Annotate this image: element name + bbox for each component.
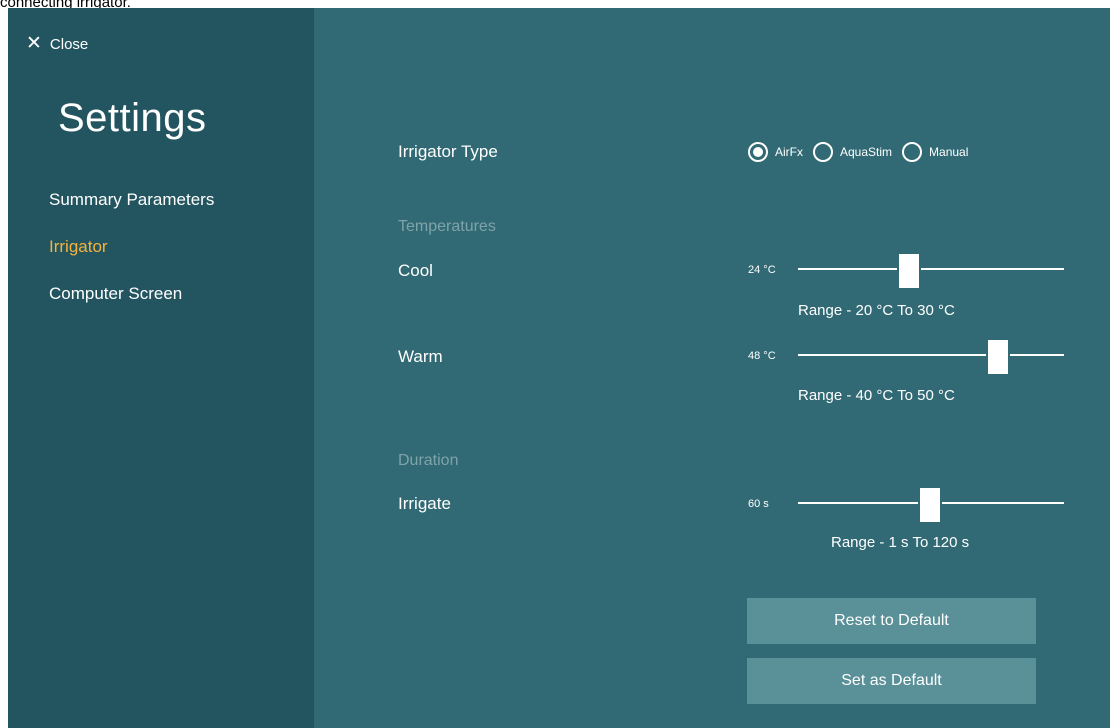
close-icon: ✕ [26, 33, 42, 54]
reset-to-default-button[interactable]: Reset to Default [747, 598, 1036, 644]
cool-label: Cool [398, 261, 433, 280]
warm-range-text: Range - 40 °C To 50 °C [798, 387, 955, 404]
close-button[interactable]: ✕ Close [26, 32, 88, 56]
page-title: Settings [58, 96, 207, 140]
radio-airfx-label: AirFx [775, 145, 803, 159]
close-label: Close [49, 35, 89, 53]
cool-slider-track[interactable] [798, 268, 1064, 270]
radio-airfx[interactable]: AirFx [748, 142, 803, 162]
sidebar-item-computer-screen[interactable]: Computer Screen [49, 284, 182, 304]
radio-manual[interactable]: Manual [902, 142, 968, 162]
cool-range-text: Range - 20 °C To 30 °C [798, 302, 955, 319]
radio-aquastim-label: AquaStim [840, 145, 893, 159]
irrigate-slider-thumb[interactable] [918, 486, 943, 524]
radio-aquastim[interactable]: AquaStim [813, 142, 892, 162]
radio-unchecked-icon [902, 142, 923, 162]
warm-value: 48 °C [748, 350, 776, 362]
duration-section-label: Duration [398, 452, 459, 469]
irrigate-range-text: Range - 1 s To 120 s [831, 534, 970, 551]
sidebar-item-summary-parameters[interactable]: Summary Parameters [49, 190, 214, 210]
warm-slider-track[interactable] [798, 354, 1064, 356]
irrigate-value: 60 s [748, 498, 769, 510]
cool-slider-thumb[interactable] [896, 252, 921, 290]
radio-checked-icon [748, 142, 768, 162]
irrigate-label: Irrigate [398, 494, 451, 513]
irrigator-type-radio-group: AirFx AquaStim Manual [748, 139, 978, 165]
sidebar-item-irrigator[interactable]: Irrigator [49, 237, 108, 257]
irrigator-type-label: Irrigator Type [398, 142, 498, 161]
radio-unchecked-icon [813, 142, 833, 162]
cool-value: 24 °C [748, 264, 776, 276]
warm-label: Warm [398, 347, 443, 366]
radio-manual-label: Manual [929, 145, 969, 159]
temperatures-section-label: Temperatures [398, 218, 496, 235]
set-as-default-button[interactable]: Set as Default [747, 658, 1036, 704]
page-caption: connecting irrigator. [0, 0, 131, 8]
warm-slider-thumb[interactable] [985, 338, 1010, 376]
